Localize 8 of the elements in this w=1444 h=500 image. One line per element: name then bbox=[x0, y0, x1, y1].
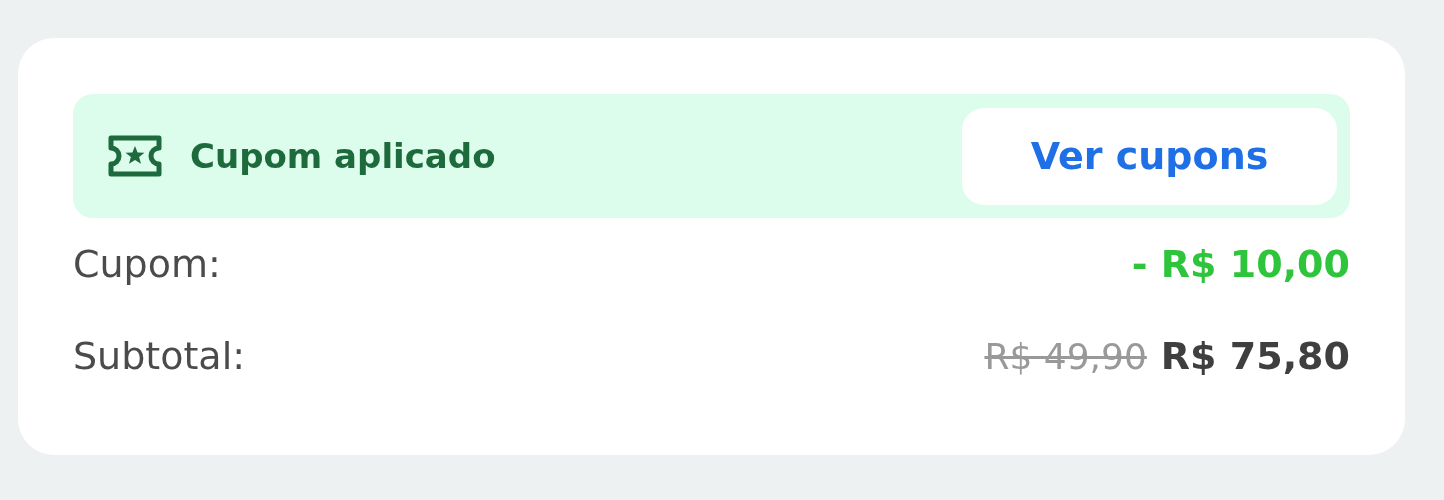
row-label: Subtotal: bbox=[73, 334, 246, 378]
view-coupons-button[interactable]: Ver cupons bbox=[962, 107, 1337, 205]
price: R$ 75,80 bbox=[1160, 334, 1350, 378]
coupon-status: Cupom aplicado bbox=[190, 136, 496, 176]
row-label: Cupom: bbox=[73, 242, 221, 286]
discount-amount: - R$ 10,00 bbox=[1131, 242, 1350, 286]
ticket-star-icon bbox=[106, 133, 164, 179]
old-price: R$ 49,90 bbox=[984, 335, 1147, 377]
